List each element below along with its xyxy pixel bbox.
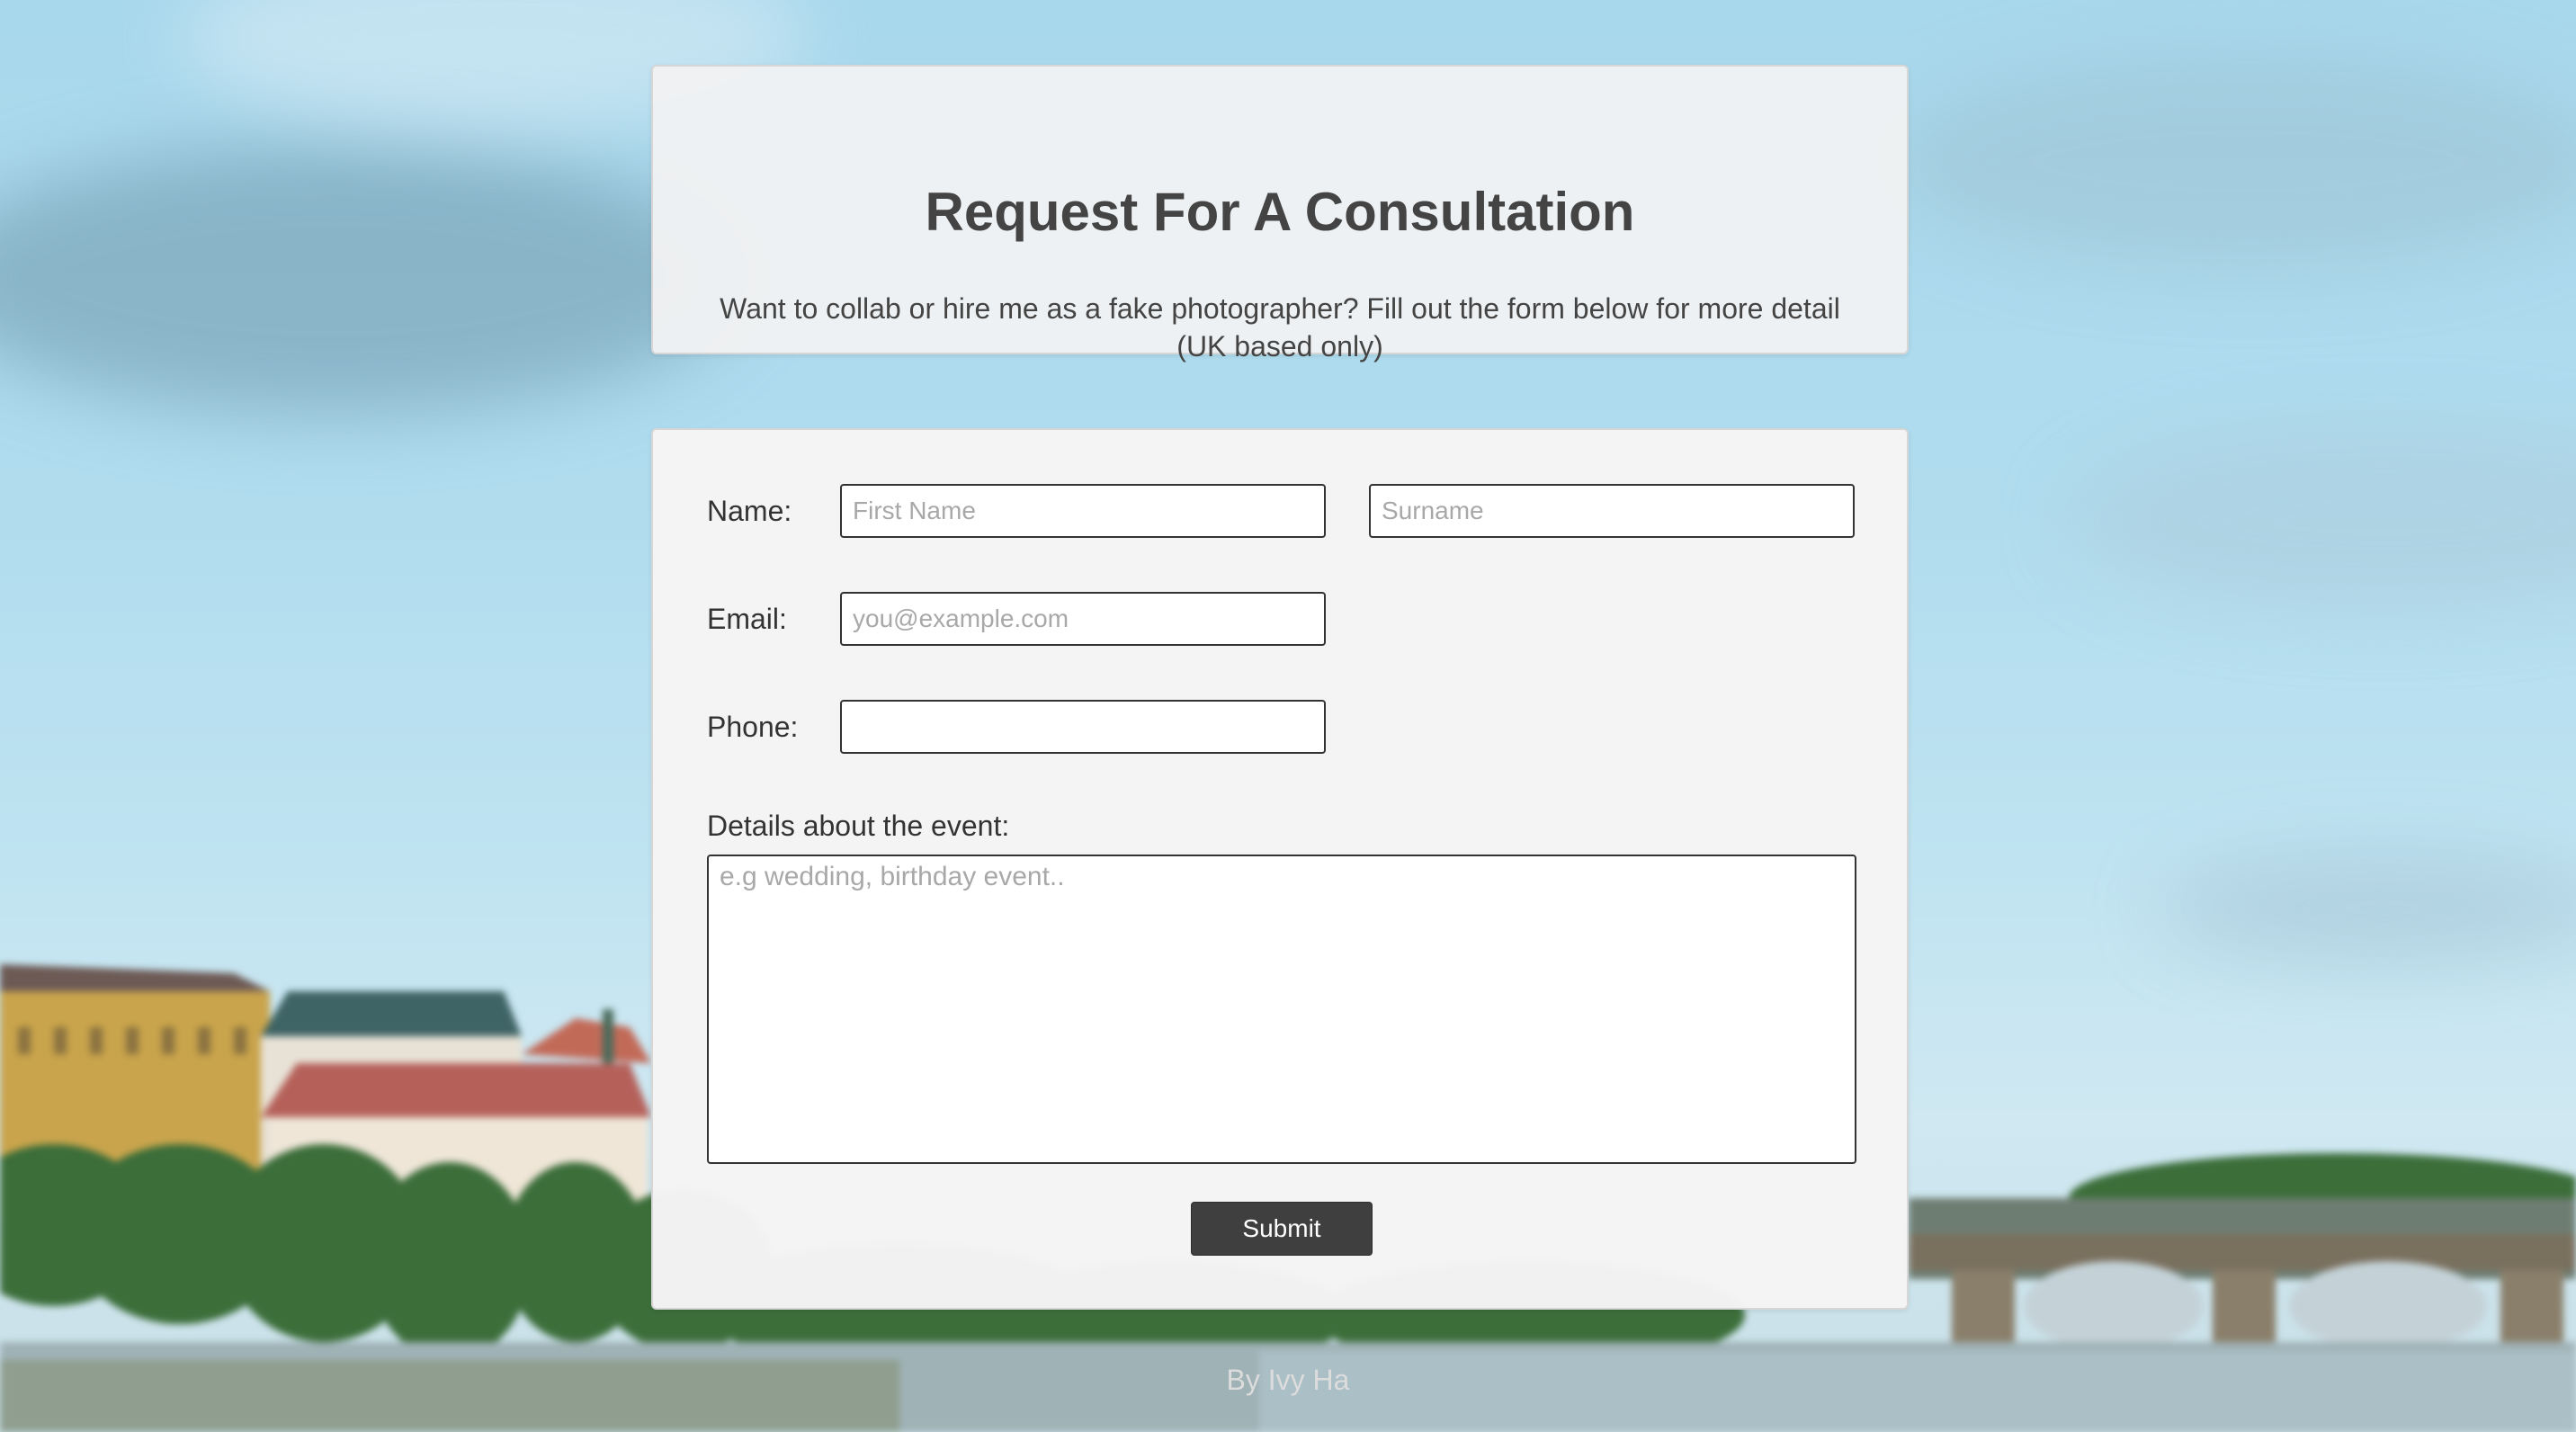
page-description: Want to collab or hire me as a fake phot… bbox=[720, 292, 1840, 362]
page-title: Request For A Consultation bbox=[925, 182, 1635, 242]
submit-button[interactable]: Submit bbox=[1191, 1202, 1373, 1256]
email-label: Email: bbox=[707, 603, 787, 635]
cloud bbox=[1889, 54, 2576, 270]
consultation-form: Name: Email: Phone: Details about the ev… bbox=[651, 428, 1909, 1310]
email-input[interactable] bbox=[840, 592, 1326, 646]
header-card: Request For A Consultation Want to colla… bbox=[651, 65, 1909, 362]
phone-input[interactable] bbox=[840, 700, 1326, 754]
first-name-input[interactable] bbox=[840, 484, 1326, 538]
footer-credit: By Ivy Ha bbox=[1226, 1364, 1350, 1396]
name-label: Name: bbox=[707, 495, 792, 527]
surname-input[interactable] bbox=[1369, 484, 1855, 538]
details-label: Details about the event: bbox=[707, 810, 1010, 842]
phone-label: Phone: bbox=[707, 711, 799, 743]
event-details-textarea[interactable] bbox=[707, 855, 1856, 1164]
